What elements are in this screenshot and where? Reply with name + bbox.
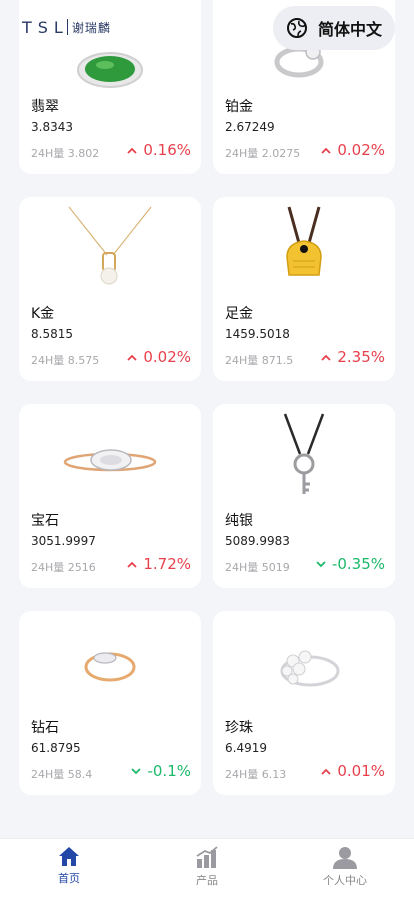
gem-ring-icon [63,449,157,472]
product-change-value: 2.35% [337,348,385,366]
product-volume: 24H量 5019 [225,561,290,574]
tab-products-label: 产品 [196,874,218,887]
tab-home[interactable]: 首页 [0,839,138,897]
product-price: 8.5815 [31,327,73,341]
arrow-down-icon [316,560,326,567]
arrow-up-icon [127,561,137,568]
logo-chinese: 谢瑞麟 [71,20,111,35]
pearl-necklace-icon [68,206,152,285]
product-change: 0.02% [127,348,191,366]
product-change: -0.1% [131,762,191,780]
chart-bars-icon [196,846,218,868]
product-volume: 24H量 3.802 [31,147,100,160]
product-change: 0.16% [127,141,191,159]
product-change-value: 1.72% [143,555,191,573]
product-card-silver[interactable]: 纯银 5089.9983 24H量 5019 -0.35% [213,404,395,588]
diamond-ring-icon [84,652,136,682]
product-change-value: 0.16% [143,141,191,159]
product-change: -0.35% [316,555,385,573]
product-name: K金 [31,306,55,322]
logo-mark: TSL [22,17,69,37]
bottom-tab-bar: 首页 产品 个人中心 [0,838,414,897]
arrow-up-icon [321,768,331,775]
product-change-value: 0.01% [337,762,385,780]
product-name: 宝石 [31,513,59,529]
product-card-pearl[interactable]: 珍珠 6.4919 24H量 6.13 0.01% [213,611,395,795]
logo-divider [66,19,68,35]
product-volume: 24H量 8.575 [31,354,100,367]
product-change-value: -0.1% [147,762,191,780]
product-volume: 24H量 2.0275 [225,147,301,160]
product-price: 3.8343 [31,120,73,134]
product-name: 珍珠 [225,720,253,736]
product-price: 1459.5018 [225,327,290,341]
product-change: 0.01% [321,762,385,780]
pearl-ring-icon [280,650,340,687]
product-price: 61.8795 [31,741,81,755]
user-icon [333,847,357,869]
product-price: 2.67249 [225,120,275,134]
language-label: 简体中文 [317,20,382,39]
home-icon [59,847,79,866]
gold-pendant-icon [286,206,322,276]
product-name: 纯银 [225,513,253,529]
tab-home-label: 首页 [58,872,80,885]
tab-profile[interactable]: 个人中心 [276,839,414,897]
product-change-value: -0.35% [331,555,385,573]
product-change-value: 0.02% [143,348,191,366]
product-change: 0.02% [321,141,385,159]
arrow-up-icon [127,147,137,154]
product-card-gemstone[interactable]: 宝石 3051.9997 24H量 2516 1.72% [19,404,201,588]
arrow-up-icon [321,147,331,154]
tab-products[interactable]: 产品 [138,839,276,897]
arrow-up-icon [321,354,331,361]
product-card-diamond[interactable]: 钻石 61.8795 24H量 58.4 -0.1% [19,611,201,795]
product-volume: 24H量 871.5 [225,354,294,367]
arrow-up-icon [127,354,137,361]
product-card-pure-gold[interactable]: 足金 1459.5018 24H量 871.5 2.35% [213,197,395,381]
arrow-down-icon [131,767,142,774]
product-volume: 24H量 6.13 [225,768,287,781]
product-volume: 24H量 58.4 [31,768,93,781]
product-name: 钻石 [31,720,59,736]
product-change-value: 0.02% [337,141,385,159]
language-switch-button[interactable]: 简体中文 [273,6,395,50]
silver-key-necklace-icon [283,413,325,494]
product-name: 足金 [225,306,253,322]
product-name: 翡翠 [31,99,59,115]
product-card-k-gold[interactable]: K金 8.5815 24H量 8.575 0.02% [19,197,201,381]
product-price: 5089.9983 [225,534,290,548]
product-name: 铂金 [225,99,253,115]
brand-logo: TSL 谢瑞麟 [22,17,111,37]
product-volume: 24H量 2516 [31,561,96,574]
top-header: TSL 谢瑞麟 简体中文 [0,0,414,58]
product-change: 1.72% [127,555,191,573]
product-price: 3051.9997 [31,534,96,548]
tab-profile-label: 个人中心 [323,874,367,887]
globe-icon [286,18,307,38]
product-price: 6.4919 [225,741,267,755]
product-change: 2.35% [321,348,385,366]
